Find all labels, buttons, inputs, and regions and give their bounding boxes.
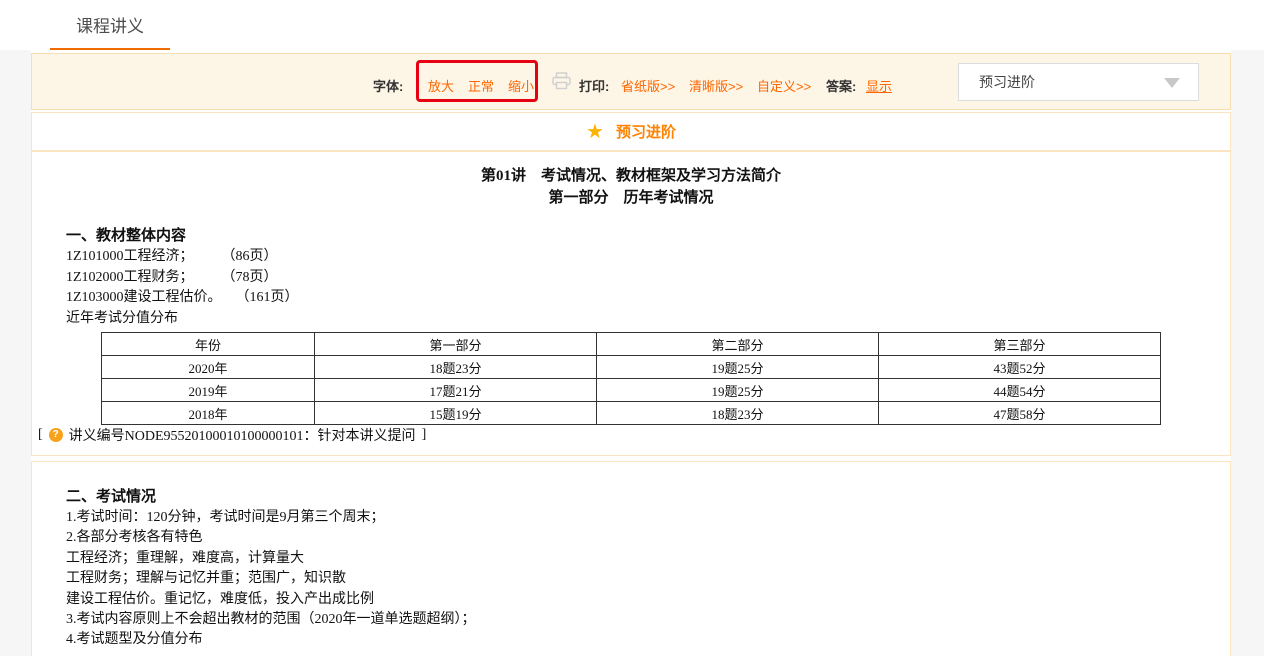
section2-line: 2.各部分考核各有特色 [66, 528, 476, 548]
answer-label: 答案: [826, 76, 856, 95]
tab-course-handout[interactable]: 课程讲义 [50, 0, 170, 50]
handout-section-1: 第01讲 考试情况、教材框架及学习方法简介 第一部分 历年考试情况 一、教材整体… [31, 151, 1231, 456]
content-card: 字体: 放大 正常 缩小 打印: 省纸版>> 清晰版>> 自定义>> 答案: 显… [31, 50, 1231, 656]
table-row: 2019年 17题21分 19题25分 44题54分 [102, 379, 1161, 402]
note-close-bracket: ] [422, 427, 427, 443]
section2-line: 4.考试题型及分值分布 [66, 630, 476, 650]
cell: 43题52分 [879, 356, 1161, 379]
print-paper-saving-link[interactable]: 省纸版>> [621, 76, 675, 95]
cell: 2020年 [102, 356, 315, 379]
cell: 18题23分 [315, 356, 597, 379]
section2-text: 二、考试情况 1.考试时间：120分钟，考试时间是9月第三个周末； 2.各部分考… [66, 486, 476, 651]
section1-line: 近年考试分值分布 [66, 309, 299, 330]
section2-heading: 二、考试情况 [66, 486, 476, 508]
section2-line: 工程财务；理解与记忆并重；范围广，知识散 [66, 569, 476, 589]
font-zoom-in-link[interactable]: 放大 [428, 76, 454, 95]
answer-show-link[interactable]: 显示 [866, 76, 892, 95]
print-label: 打印: [579, 76, 609, 95]
section2-line: 工程经济；重理解，难度高，计算量大 [66, 549, 476, 569]
handout-id-note: [ ? 讲义编号NODE95520100010100000101：针对本讲义提问… [38, 425, 426, 445]
font-zoom-out-link[interactable]: 缩小 [508, 76, 534, 95]
cell: 44题54分 [879, 379, 1161, 402]
section1-line: 1Z103000建设工程估价。 （161页） [66, 288, 299, 309]
cell: 15题19分 [315, 402, 597, 425]
section2-line: 3.考试内容原则上不会超出教材的范围（2020年一道单选题超纲）； [66, 610, 476, 630]
chevron-down-icon [1164, 78, 1180, 88]
cell: 47题58分 [879, 402, 1161, 425]
table-header-row: 年份 第一部分 第二部分 第三部分 [102, 333, 1161, 356]
score-distribution-table: 年份 第一部分 第二部分 第三部分 2020年 18题23分 19题25分 43… [101, 332, 1161, 425]
section1-line: 1Z102000工程财务； （78页） [66, 268, 299, 289]
cell: 2018年 [102, 402, 315, 425]
cell: 17题21分 [315, 379, 597, 402]
col-header-part2: 第二部分 [597, 333, 879, 356]
table-row: 2020年 18题23分 19题25分 43题52分 [102, 356, 1161, 379]
chapter-banner-title: 预习进阶 [616, 121, 676, 142]
handout-section-2: 二、考试情况 1.考试时间：120分钟，考试时间是9月第三个周末； 2.各部分考… [31, 461, 1231, 656]
note-text[interactable]: 讲义编号NODE95520100010100000101：针对本讲义提问 [69, 425, 416, 445]
chapter-banner: ★ 预习进阶 [31, 112, 1231, 151]
question-icon[interactable]: ? [49, 428, 63, 442]
page-header: 课程讲义 [0, 0, 1264, 50]
lecture-subtitle: 第一部分 历年考试情况 [32, 186, 1230, 207]
col-header-part1: 第一部分 [315, 333, 597, 356]
cell: 2019年 [102, 379, 315, 402]
cell: 19题25分 [597, 379, 879, 402]
col-header-year: 年份 [102, 333, 315, 356]
font-size-label: 字体: [373, 76, 403, 95]
note-open-bracket: [ [38, 427, 43, 443]
cell: 18题23分 [597, 402, 879, 425]
section1-text: 一、教材整体内容 1Z101000工程经济； （86页） 1Z102000工程财… [66, 225, 299, 330]
section1-line: 1Z101000工程经济； （86页） [66, 247, 299, 268]
print-clear-version-link[interactable]: 清晰版>> [689, 76, 743, 95]
printer-icon [552, 72, 571, 95]
handout-toolbar: 字体: 放大 正常 缩小 打印: 省纸版>> 清晰版>> 自定义>> 答案: 显… [31, 53, 1231, 110]
section1-heading: 一、教材整体内容 [66, 225, 299, 247]
section2-line: 建设工程估价。重记忆，难度低，投入产出成比例 [66, 590, 476, 610]
cell: 19题25分 [597, 356, 879, 379]
font-normal-link[interactable]: 正常 [468, 76, 494, 95]
lecture-title: 第01讲 考试情况、教材框架及学习方法简介 [32, 164, 1230, 185]
star-icon: ★ [586, 122, 604, 142]
section2-line: 1.考试时间：120分钟，考试时间是9月第三个周末； [66, 508, 476, 528]
chapter-select-value: 预习进阶 [979, 64, 1035, 100]
col-header-part3: 第三部分 [879, 333, 1161, 356]
table-row: 2018年 15题19分 18题23分 47题58分 [102, 402, 1161, 425]
print-custom-link[interactable]: 自定义>> [757, 76, 811, 95]
chapter-select[interactable]: 预习进阶 [958, 63, 1199, 101]
